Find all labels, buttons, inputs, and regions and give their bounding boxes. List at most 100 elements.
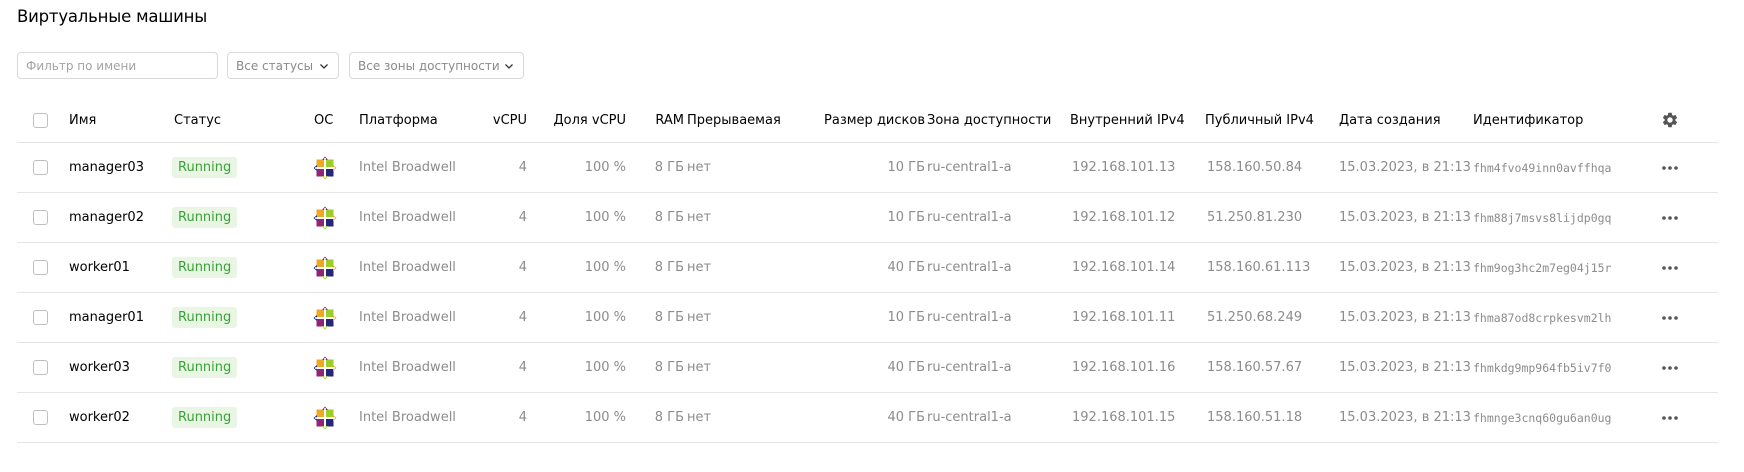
zone-filter-select[interactable]: Все зоны доступности bbox=[349, 52, 524, 79]
platform: Intel Broadwell bbox=[359, 410, 456, 425]
preemptible: нет bbox=[687, 310, 712, 325]
platform: Intel Broadwell bbox=[359, 210, 456, 225]
column-header-vcpu-share[interactable]: Доля vCPU bbox=[527, 98, 627, 142]
vcpu-share: 100 % bbox=[584, 160, 626, 175]
row-checkbox[interactable] bbox=[33, 410, 48, 425]
column-header-platform[interactable]: Платформа bbox=[359, 98, 438, 142]
vm-id: fhm9og3hc2m7eg04j15r bbox=[1473, 260, 1612, 275]
platform: Intel Broadwell bbox=[359, 260, 456, 275]
more-actions-icon[interactable] bbox=[1661, 415, 1679, 421]
preemptible: нет bbox=[687, 410, 712, 425]
zone: ru-central1-a bbox=[927, 260, 1012, 275]
disk-size: 10 ГБ bbox=[887, 210, 925, 225]
public-ip: 158.160.51.18 bbox=[1207, 410, 1303, 425]
vm-name[interactable]: worker02 bbox=[69, 393, 130, 442]
name-filter-input[interactable] bbox=[17, 52, 218, 79]
column-header-zone[interactable]: Зона доступности bbox=[927, 98, 1051, 142]
settings-gear-icon[interactable] bbox=[1661, 98, 1679, 142]
vm-name[interactable]: manager03 bbox=[69, 143, 144, 192]
table-row[interactable]: manager01 Running Intel Broadwell 4 100 … bbox=[17, 293, 1718, 343]
status-badge: Running bbox=[172, 207, 238, 228]
table-row[interactable]: worker03 Running Intel Broadwell 4 100 %… bbox=[17, 343, 1718, 393]
internal-ip: 192.168.101.16 bbox=[1072, 360, 1176, 375]
column-header-status[interactable]: Статус bbox=[174, 98, 221, 142]
column-header-preemptible[interactable]: Прерываемая bbox=[687, 98, 781, 142]
row-checkbox[interactable] bbox=[33, 160, 48, 175]
disk-size: 10 ГБ bbox=[887, 160, 925, 175]
centos-icon bbox=[313, 393, 337, 442]
vcpu-share: 100 % bbox=[584, 360, 626, 375]
vm-id: fhmnge3cnq60gu6an0ug bbox=[1473, 410, 1612, 425]
public-ip: 158.160.57.67 bbox=[1207, 360, 1303, 375]
chevron-down-icon bbox=[318, 60, 330, 72]
vcpu: 4 bbox=[518, 260, 527, 275]
created-date: 15.03.2023, в 21:13 bbox=[1339, 410, 1471, 425]
column-header-disk-size[interactable]: Размер дисков bbox=[797, 98, 925, 142]
vcpu: 4 bbox=[518, 310, 527, 325]
internal-ip: 192.168.101.14 bbox=[1072, 260, 1176, 275]
column-header-ram[interactable]: RAM bbox=[626, 98, 684, 142]
created-date: 15.03.2023, в 21:13 bbox=[1339, 310, 1471, 325]
ram: 8 ГБ bbox=[654, 310, 684, 325]
preemptible: нет bbox=[687, 160, 712, 175]
status-badge: Running bbox=[172, 157, 238, 178]
created-date: 15.03.2023, в 21:13 bbox=[1339, 360, 1471, 375]
more-actions-icon[interactable] bbox=[1661, 215, 1679, 221]
ram: 8 ГБ bbox=[654, 160, 684, 175]
vm-name[interactable]: worker03 bbox=[69, 343, 130, 392]
column-header-vcpu[interactable]: vCPU bbox=[457, 98, 527, 142]
vm-id: fhm88j7msvs8lijdp0gq bbox=[1473, 210, 1612, 225]
vcpu: 4 bbox=[518, 160, 527, 175]
created-date: 15.03.2023, в 21:13 bbox=[1339, 210, 1471, 225]
vcpu: 4 bbox=[518, 360, 527, 375]
table-row[interactable]: worker01 Running Intel Broadwell 4 100 %… bbox=[17, 243, 1718, 293]
public-ip: 158.160.61.113 bbox=[1207, 260, 1311, 275]
row-checkbox[interactable] bbox=[33, 260, 48, 275]
status-badge: Running bbox=[172, 407, 238, 428]
column-header-os[interactable]: ОС bbox=[314, 98, 333, 142]
zone: ru-central1-a bbox=[927, 210, 1012, 225]
public-ip: 158.160.50.84 bbox=[1207, 160, 1303, 175]
preemptible: нет bbox=[687, 360, 712, 375]
vm-name[interactable]: manager01 bbox=[69, 293, 144, 342]
disk-size: 40 ГБ bbox=[887, 260, 925, 275]
centos-icon bbox=[313, 343, 337, 392]
disk-size: 40 ГБ bbox=[887, 360, 925, 375]
public-ip: 51.250.81.230 bbox=[1207, 210, 1303, 225]
zone: ru-central1-a bbox=[927, 360, 1012, 375]
more-actions-icon[interactable] bbox=[1661, 265, 1679, 271]
internal-ip: 192.168.101.15 bbox=[1072, 410, 1176, 425]
status-filter-select[interactable]: Все статусы bbox=[227, 52, 339, 79]
zone: ru-central1-a bbox=[927, 410, 1012, 425]
vm-name[interactable]: worker01 bbox=[69, 243, 130, 292]
column-header-id[interactable]: Идентификатор bbox=[1473, 98, 1583, 142]
vcpu-share: 100 % bbox=[584, 410, 626, 425]
table-row[interactable]: worker02 Running Intel Broadwell 4 100 %… bbox=[17, 393, 1718, 443]
zone: ru-central1-a bbox=[927, 160, 1012, 175]
more-actions-icon[interactable] bbox=[1661, 315, 1679, 321]
table-header: Имя Статус ОС Платформа vCPU Доля vCPU R… bbox=[17, 98, 1718, 143]
select-all-checkbox[interactable] bbox=[33, 112, 48, 128]
column-header-created[interactable]: Дата создания bbox=[1339, 98, 1441, 142]
more-actions-icon[interactable] bbox=[1661, 165, 1679, 171]
vm-id: fhma87od8crpkesvm2lh bbox=[1473, 310, 1612, 325]
row-checkbox[interactable] bbox=[33, 210, 48, 225]
column-header-internal-ip[interactable]: Внутренний IPv4 bbox=[1070, 98, 1185, 142]
ram: 8 ГБ bbox=[654, 210, 684, 225]
more-actions-icon[interactable] bbox=[1661, 365, 1679, 371]
row-checkbox[interactable] bbox=[33, 310, 48, 325]
platform: Intel Broadwell bbox=[359, 160, 456, 175]
disk-size: 40 ГБ bbox=[887, 410, 925, 425]
column-header-public-ip[interactable]: Публичный IPv4 bbox=[1205, 98, 1314, 142]
centos-icon bbox=[313, 243, 337, 292]
column-header-name[interactable]: Имя bbox=[69, 98, 96, 142]
created-date: 15.03.2023, в 21:13 bbox=[1339, 160, 1471, 175]
status-badge: Running bbox=[172, 357, 238, 378]
table-row[interactable]: manager03 Running Intel Broadwell 4 100 … bbox=[17, 143, 1718, 193]
vcpu-share: 100 % bbox=[584, 260, 626, 275]
table-row[interactable]: manager02 Running Intel Broadwell 4 100 … bbox=[17, 193, 1718, 243]
centos-icon bbox=[313, 193, 337, 242]
vm-name[interactable]: manager02 bbox=[69, 193, 144, 242]
preemptible: нет bbox=[687, 260, 712, 275]
row-checkbox[interactable] bbox=[33, 360, 48, 375]
